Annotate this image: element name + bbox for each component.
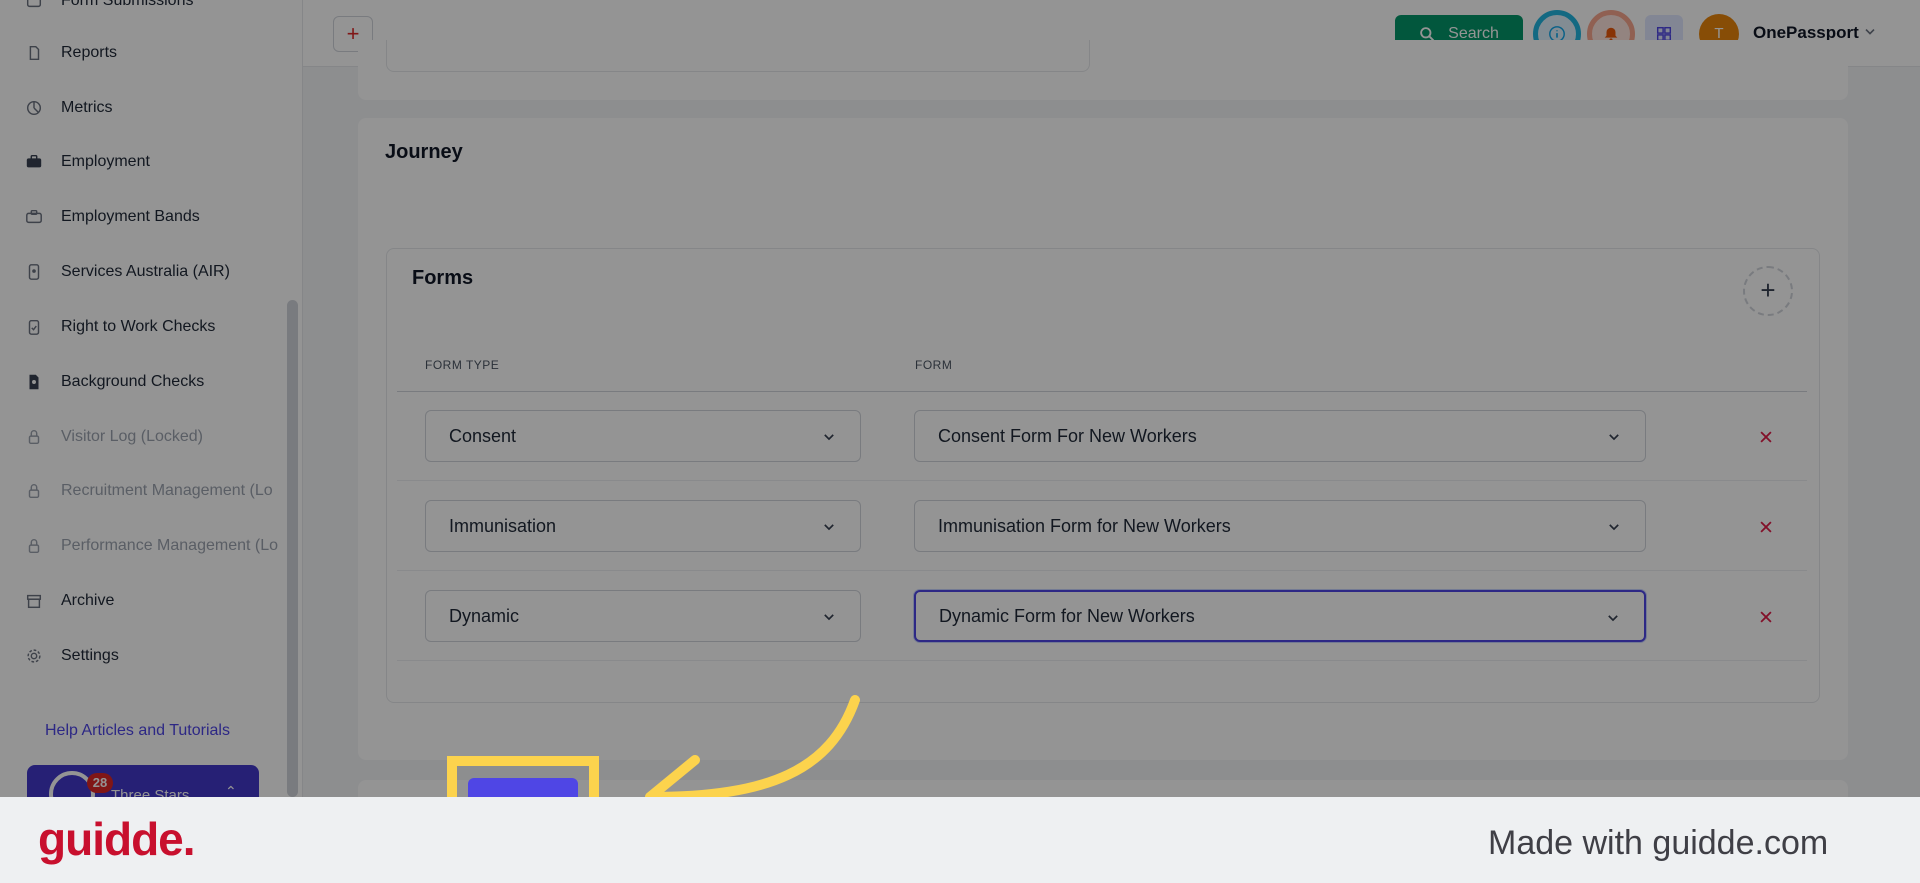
sidebar-item-recruitment-management[interactable]: Recruitment Management (Lo (25, 476, 273, 506)
help-articles-link[interactable]: Help Articles and Tutorials (45, 722, 230, 740)
journey-title: Journey (385, 141, 463, 163)
form-type-value: Dynamic (449, 605, 520, 626)
chevron-down-icon (824, 434, 834, 441)
chevron-down-icon (824, 524, 834, 531)
sidebar-item-visitor-log[interactable]: Visitor Log (Locked) (25, 422, 203, 452)
sidebar-item-services-australia[interactable]: Services Australia (AIR) (25, 257, 230, 287)
sidebar-item-label: Reports (61, 44, 118, 61)
remove-form-button[interactable] (1756, 607, 1776, 627)
remove-form-button[interactable] (1756, 427, 1776, 447)
lock-icon (28, 484, 40, 499)
chevron-down-icon (824, 614, 834, 621)
close-icon (1760, 611, 1772, 623)
sidebar-item-form-submissions[interactable]: Form Submissions (25, 0, 193, 16)
form-select[interactable]: Consent Form For New Workers (914, 410, 1646, 462)
sidebar-item-settings[interactable]: Settings (25, 641, 119, 671)
add-form-button[interactable]: + (1743, 266, 1793, 316)
row-divider (397, 570, 1807, 571)
form-type-select[interactable]: Immunisation (425, 500, 861, 552)
form-type-value: Consent (449, 425, 517, 446)
notification-count-badge: 28 (87, 773, 113, 793)
organisation-switcher[interactable]: 28 Three Stars ⌃ (27, 765, 259, 797)
sidebar-item-metrics[interactable]: Metrics (25, 93, 113, 123)
sidebar-item-archive[interactable]: Archive (25, 586, 114, 616)
chevron-down-icon[interactable] (1862, 24, 1878, 40)
briefcase-icon (26, 154, 42, 168)
briefcase-outline-icon (26, 209, 42, 224)
chevron-up-icon: ⌃ (225, 783, 237, 797)
sidebar-item-label: Right to Work Checks (61, 318, 216, 335)
chevron-down-icon (1608, 615, 1618, 622)
sidebar-item-performance-management[interactable]: Performance Management (Lo (25, 531, 278, 561)
archive-icon (26, 594, 42, 609)
previous-section-field (386, 40, 1090, 72)
table-header-divider (397, 391, 1807, 392)
chevron-down-icon (1609, 524, 1619, 531)
row-divider (397, 660, 1807, 661)
sidebar-item-label: Services Australia (AIR) (61, 263, 230, 280)
made-with-text: Made with guidde.com (1488, 824, 1829, 862)
form-select[interactable]: Dynamic Form for New Workers (914, 590, 1646, 642)
pie-chart-icon (26, 100, 42, 116)
sidebar-item-employment[interactable]: Employment (25, 147, 150, 177)
sidebar-item-label: Employment Bands (61, 208, 200, 225)
sidebar-item-label: Settings (61, 647, 119, 664)
sidebar-item-label: Form Submissions (61, 0, 194, 9)
organisation-name: Three Stars (111, 787, 190, 797)
column-header-form: FORM (915, 358, 953, 372)
sidebar-item-label: Employment (61, 153, 150, 170)
sidebar-item-background-checks[interactable]: Background Checks (25, 367, 204, 397)
document-icon (29, 45, 40, 61)
close-icon (1760, 431, 1772, 443)
chevron-down-icon (1609, 434, 1619, 441)
form-value: Consent Form For New Workers (938, 425, 1197, 446)
forms-title: Forms (412, 267, 474, 289)
guidde-logo: guidde. (38, 813, 196, 865)
form-value: Immunisation Form for New Workers (938, 515, 1231, 536)
column-header-form-type: FORM TYPE (425, 358, 500, 372)
lock-icon (28, 539, 40, 554)
gear-icon (27, 649, 41, 663)
remove-form-button[interactable] (1756, 517, 1776, 537)
sidebar-item-reports[interactable]: Reports (25, 38, 117, 68)
sidebar-item-label: Background Checks (61, 373, 205, 390)
sidebar-item-label: Archive (61, 592, 115, 609)
form-value: Dynamic Form for New Workers (939, 605, 1195, 626)
sidebar-scrollbar[interactable] (287, 300, 298, 797)
clipboard-check-icon (28, 319, 40, 335)
sidebar-item-label: Performance Management (Lo (61, 537, 278, 554)
sidebar-item-employment-bands[interactable]: Employment Bands (25, 202, 200, 232)
close-icon (1760, 521, 1772, 533)
form-type-select[interactable]: Dynamic (425, 590, 861, 642)
sidebar-item-label: Recruitment Management (Lo (61, 482, 273, 499)
row-divider (397, 480, 1807, 481)
form-select[interactable]: Immunisation Form for New Workers (914, 500, 1646, 552)
guide-pointer-arrow (645, 695, 860, 797)
form-type-select[interactable]: Consent (425, 410, 861, 462)
form-type-value: Immunisation (449, 515, 557, 536)
sidebar-item-label: Visitor Log (Locked) (61, 428, 203, 445)
sidebar: Form Submissions Reports Metrics Employm… (0, 0, 303, 797)
document-search-icon (29, 374, 39, 390)
sidebar-item-label: Metrics (61, 99, 113, 116)
id-card-icon (28, 264, 40, 280)
lock-icon (28, 430, 40, 445)
inbox-icon (26, 0, 42, 8)
sidebar-item-right-to-work[interactable]: Right to Work Checks (25, 312, 215, 342)
